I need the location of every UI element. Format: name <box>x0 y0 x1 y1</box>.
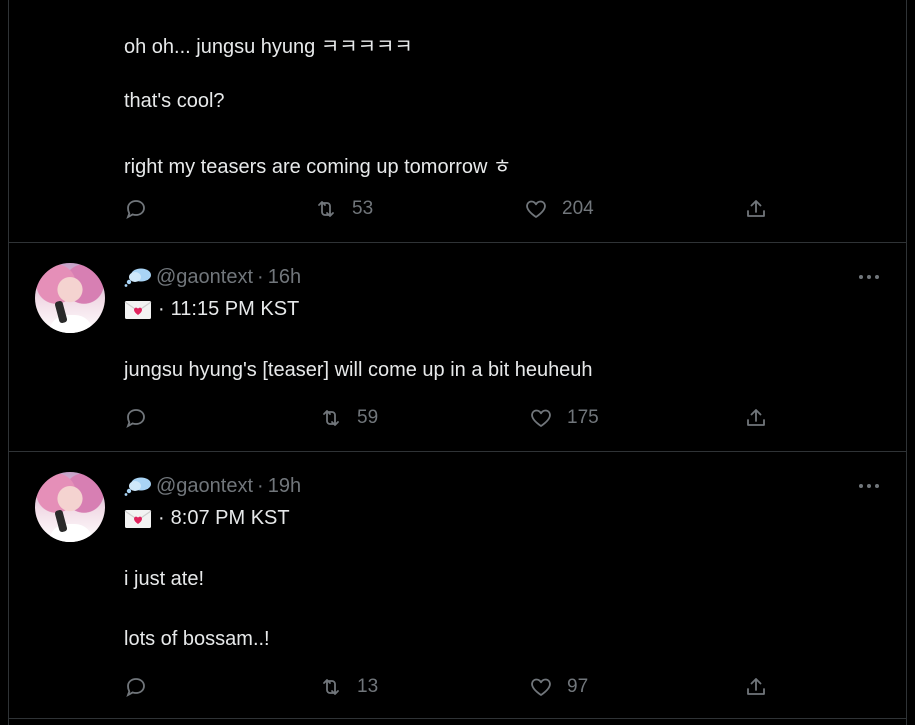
share-button[interactable] <box>744 197 782 221</box>
like-count: 204 <box>562 198 594 219</box>
retweet-icon <box>323 410 339 426</box>
retweet-icon <box>323 679 339 695</box>
like-icon <box>531 678 551 696</box>
retweet-icon <box>318 201 334 217</box>
share-button[interactable] <box>744 406 782 430</box>
tweet-actions: 53 204 <box>124 197 765 221</box>
like-button[interactable]: 97 <box>529 675 588 699</box>
retweet-button[interactable]: 53 <box>314 197 373 221</box>
love-letter-icon <box>124 509 152 528</box>
retweet-count: 59 <box>357 407 379 428</box>
thought-cloud-icon <box>124 268 151 287</box>
share-icon <box>747 409 765 426</box>
tweet[interactable]: @gaontext · 16h · 11:15 PM KST jungsu hy… <box>9 243 906 452</box>
reply-button[interactable] <box>124 197 162 221</box>
tweet-time[interactable]: 16h <box>268 266 301 289</box>
like-button[interactable]: 175 <box>529 406 599 430</box>
user-handle[interactable]: @gaontext <box>156 475 253 498</box>
like-icon <box>531 409 551 427</box>
display-name-line: · 8:07 PM KST <box>124 507 290 530</box>
more-icon[interactable] <box>858 483 880 489</box>
share-icon <box>747 200 765 217</box>
tweet-actions: 13 97 <box>124 675 765 699</box>
tweet-text-line: jungsu hyung's [teaser] will come up in … <box>124 359 593 381</box>
avatar[interactable] <box>35 263 105 333</box>
share-icon <box>747 678 765 695</box>
kst-time: 8:07 PM KST <box>170 507 290 529</box>
tweet-text-line: right my teasers are coming up tomorrow … <box>124 156 512 178</box>
like-count: 97 <box>567 676 589 697</box>
like-button[interactable]: 204 <box>524 197 594 221</box>
tweet-header: @gaontext · 19h <box>124 474 301 498</box>
separator-dot: · <box>257 474 264 497</box>
tweet[interactable]: @gaontext · 19h · 8:07 PM KST i just ate… <box>9 452 906 719</box>
share-button[interactable] <box>744 675 782 699</box>
love-letter-icon <box>124 300 152 319</box>
retweet-count: 13 <box>357 676 379 697</box>
reply-button[interactable] <box>124 675 162 699</box>
tweet-header: @gaontext · 16h <box>124 265 301 289</box>
tweet-text-line: that's cool? <box>124 90 225 112</box>
separator-dot: · <box>257 265 264 288</box>
tweet-actions: 59 175 <box>124 406 765 430</box>
display-name-line: · 11:15 PM KST <box>124 298 299 321</box>
tweet-text-line: lots of bossam..! <box>124 628 270 650</box>
thought-cloud-icon <box>124 477 151 496</box>
tweet-time[interactable]: 19h <box>268 475 301 498</box>
reply-icon <box>126 200 145 219</box>
tweet-text-line: i just ate! <box>124 568 205 590</box>
retweet-button[interactable]: 59 <box>319 406 378 430</box>
tweet[interactable]: oh oh... jungsu hyung ㅋㅋㅋㅋㅋ that's cool?… <box>9 0 906 243</box>
reply-icon <box>126 409 145 428</box>
more-icon[interactable] <box>858 274 880 280</box>
like-count: 175 <box>567 407 599 428</box>
like-icon <box>526 200 546 218</box>
tweet-text-line: oh oh... jungsu hyung ㅋㅋㅋㅋㅋ <box>124 36 413 58</box>
retweet-button[interactable]: 13 <box>319 675 378 699</box>
user-handle[interactable]: @gaontext <box>156 266 253 289</box>
timeline: oh oh... jungsu hyung ㅋㅋㅋㅋㅋ that's cool?… <box>8 0 907 725</box>
reply-icon <box>126 678 145 697</box>
separator-dot: · <box>158 507 165 529</box>
avatar[interactable] <box>35 472 105 542</box>
separator-dot: · <box>158 298 165 320</box>
retweet-count: 53 <box>352 198 374 219</box>
reply-button[interactable] <box>124 406 162 430</box>
kst-time: 11:15 PM KST <box>170 298 300 320</box>
